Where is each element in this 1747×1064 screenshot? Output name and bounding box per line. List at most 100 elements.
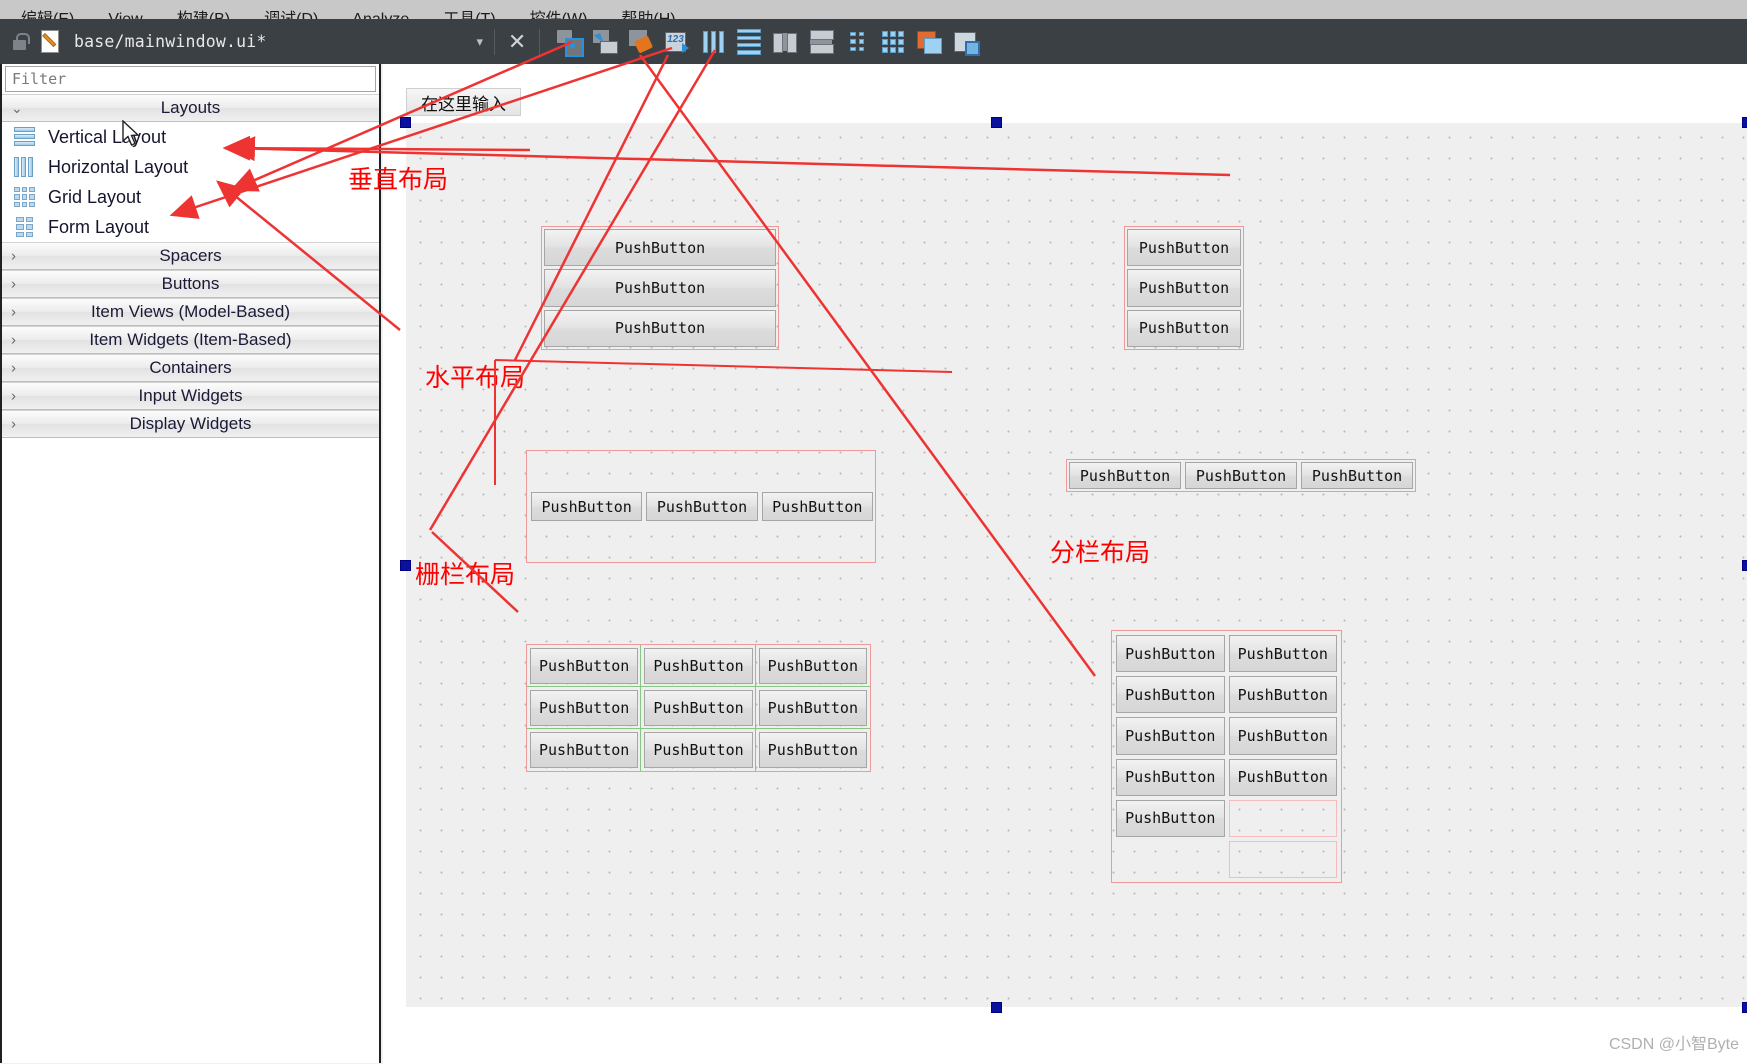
- widget-category-label: Item Widgets (Item-Based): [89, 330, 292, 349]
- edit-buddies-icon[interactable]: [628, 29, 654, 55]
- push-button[interactable]: PushButton: [1301, 462, 1413, 489]
- horizontal-layout-group-right[interactable]: PushButton PushButton PushButton: [1066, 459, 1416, 492]
- menu-item-build[interactable]: 构建(B): [160, 11, 247, 19]
- chevron-right-icon: ›: [11, 387, 16, 405]
- form-empty-cell[interactable]: [1228, 799, 1337, 837]
- push-button[interactable]: PushButton: [1228, 676, 1337, 714]
- grid-cell: PushButton: [527, 729, 642, 771]
- form-empty-cell[interactable]: [1228, 840, 1337, 878]
- push-button[interactable]: PushButton: [1127, 269, 1241, 307]
- push-button[interactable]: PushButton: [544, 269, 776, 307]
- push-button[interactable]: PushButton: [530, 690, 639, 726]
- selection-handle-bottom-right[interactable]: [1742, 1002, 1747, 1013]
- layout-vertical-icon[interactable]: [736, 28, 762, 55]
- form-layout-group[interactable]: PushButton PushButton PushButton PushBut…: [1111, 630, 1342, 883]
- widget-category-item-widgets[interactable]: › Item Widgets (Item-Based): [2, 326, 379, 354]
- push-button[interactable]: PushButton: [1127, 229, 1241, 267]
- form-layout-icon[interactable]: [844, 29, 870, 55]
- push-button[interactable]: PushButton: [1116, 717, 1225, 755]
- push-button[interactable]: PushButton: [644, 732, 753, 768]
- push-button[interactable]: PushButton: [544, 229, 776, 267]
- push-button[interactable]: PushButton: [1228, 635, 1337, 673]
- push-button[interactable]: PushButton: [530, 732, 639, 768]
- widget-category-label: Input Widgets: [138, 386, 243, 405]
- widget-category-item-views[interactable]: › Item Views (Model-Based): [2, 298, 379, 326]
- grid-layout-group[interactable]: PushButton PushButton PushButton PushBut…: [526, 644, 871, 772]
- chevron-right-icon: ›: [11, 331, 16, 349]
- splitter-horizontal-icon[interactable]: [772, 29, 798, 55]
- form-empty-cell[interactable]: [1116, 841, 1225, 878]
- menu-item-help[interactable]: 帮助(H): [604, 11, 692, 19]
- widget-category-spacers[interactable]: › Spacers: [2, 242, 379, 270]
- push-button[interactable]: PushButton: [1228, 758, 1337, 796]
- form-menubar-placeholder[interactable]: 在这里输入: [406, 88, 521, 116]
- selection-handle-middle-left[interactable]: [400, 560, 411, 571]
- push-button[interactable]: PushButton: [1116, 635, 1225, 673]
- layout-horizontal-icon[interactable]: [700, 29, 726, 55]
- widget-box-panel: Filter ⌄ Layouts Vertical Layout Horizon…: [0, 64, 381, 1063]
- widget-item-vertical-layout[interactable]: Vertical Layout: [2, 122, 379, 152]
- menu-item-edit[interactable]: 编辑(E): [4, 11, 91, 19]
- widget-category-input-widgets[interactable]: › Input Widgets: [2, 382, 379, 410]
- push-button[interactable]: PushButton: [530, 648, 639, 684]
- grid-layout-icon: [12, 185, 37, 209]
- push-button[interactable]: PushButton: [1228, 717, 1337, 755]
- push-button[interactable]: PushButton: [758, 690, 867, 726]
- push-button[interactable]: PushButton: [761, 492, 873, 521]
- open-file-name: base/mainwindow.ui*: [74, 32, 267, 51]
- push-button[interactable]: PushButton: [1116, 758, 1225, 796]
- widget-category-buttons[interactable]: › Buttons: [2, 270, 379, 298]
- widget-item-horizontal-layout[interactable]: Horizontal Layout: [2, 152, 379, 182]
- widget-category-label: Item Views (Model-Based): [90, 302, 291, 321]
- push-button[interactable]: PushButton: [644, 648, 753, 684]
- widget-category-layouts[interactable]: ⌄ Layouts: [2, 94, 379, 122]
- push-button[interactable]: PushButton: [646, 492, 758, 521]
- edit-widgets-icon[interactable]: [556, 29, 585, 57]
- menu-item-tools[interactable]: 工具(T): [426, 11, 512, 19]
- push-button[interactable]: PushButton: [758, 648, 867, 684]
- menu-item-debug[interactable]: 调试(D): [247, 11, 335, 19]
- push-button[interactable]: PushButton: [531, 492, 643, 521]
- widget-item-grid-layout[interactable]: Grid Layout: [2, 182, 379, 212]
- push-button[interactable]: PushButton: [644, 690, 753, 726]
- push-button[interactable]: PushButton: [544, 309, 776, 347]
- chevron-down-icon: ⌄: [11, 100, 23, 116]
- toolbar-divider: [539, 28, 541, 55]
- annotation-vertical-layout: 垂直布局: [348, 166, 449, 194]
- grid-layout-icon[interactable]: [880, 29, 906, 55]
- widget-category-containers[interactable]: › Containers: [2, 354, 379, 382]
- lock-icon[interactable]: [8, 30, 32, 54]
- break-layout-icon[interactable]: [916, 29, 943, 55]
- edit-signals-slots-icon[interactable]: [592, 29, 619, 55]
- widget-item-form-layout[interactable]: Form Layout: [2, 212, 379, 242]
- push-button[interactable]: PushButton: [1116, 676, 1225, 714]
- selection-handle-bottom-center[interactable]: [991, 1002, 1002, 1013]
- push-button[interactable]: PushButton: [1127, 309, 1241, 347]
- selection-handle-top-left[interactable]: [400, 117, 411, 128]
- widget-category-display-widgets[interactable]: › Display Widgets: [2, 410, 379, 438]
- widget-category-label: Buttons: [161, 274, 220, 293]
- selection-handle-middle-right[interactable]: [1742, 560, 1747, 571]
- push-button[interactable]: PushButton: [1185, 462, 1297, 489]
- vertical-layout-group-left[interactable]: PushButton PushButton PushButton: [541, 226, 779, 350]
- horizontal-layout-container-left[interactable]: PushButton PushButton PushButton: [526, 450, 876, 563]
- edit-tab-order-icon[interactable]: 123: [664, 29, 690, 55]
- menu-item-window[interactable]: 控件(W): [513, 11, 605, 19]
- selection-handle-top-center[interactable]: [991, 117, 1002, 128]
- adjust-size-icon[interactable]: [952, 29, 981, 56]
- widget-category-label: Layouts: [160, 98, 221, 117]
- splitter-vertical-icon[interactable]: [808, 29, 835, 55]
- close-icon[interactable]: ✕: [506, 30, 528, 53]
- push-button[interactable]: PushButton: [1116, 799, 1225, 837]
- form-layout-icon: [12, 215, 37, 239]
- widget-filter-input[interactable]: Filter: [5, 66, 376, 92]
- menu-item-view[interactable]: View: [91, 11, 159, 19]
- push-button[interactable]: PushButton: [1069, 462, 1181, 489]
- vertical-layout-group-right[interactable]: PushButton PushButton PushButton: [1124, 226, 1244, 350]
- menu-item-analyze[interactable]: Analyze: [335, 11, 426, 19]
- horizontal-layout-group-left[interactable]: PushButton PushButton PushButton: [529, 490, 875, 523]
- chevron-right-icon: ›: [11, 303, 16, 321]
- push-button[interactable]: PushButton: [758, 732, 867, 768]
- selection-handle-top-right[interactable]: [1742, 117, 1747, 128]
- chevron-down-icon[interactable]: ▾: [477, 34, 484, 50]
